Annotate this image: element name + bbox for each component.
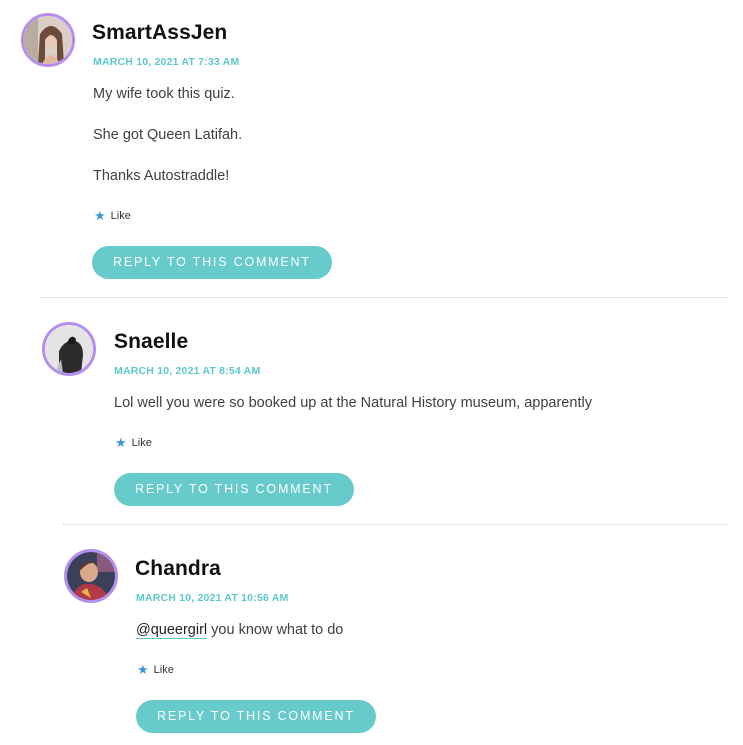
star-icon: ★	[94, 208, 106, 223]
comment-text: Lol well you were so booked up at the Na…	[114, 395, 592, 411]
comment-date[interactable]: MARCH 10, 2021 AT 7:33 AM	[93, 56, 239, 68]
avatar[interactable]	[21, 13, 75, 67]
like-button[interactable]: ★ Like	[137, 663, 174, 676]
star-icon: ★	[115, 435, 127, 450]
comment-date[interactable]: MARCH 10, 2021 AT 8:54 AM	[114, 365, 260, 377]
reply-button[interactable]: REPLY TO THIS COMMENT	[92, 246, 332, 279]
like-label: Like	[131, 436, 152, 449]
like-label: Like	[153, 663, 174, 676]
comment-divider	[41, 297, 727, 298]
comment-author[interactable]: SmartAssJen	[92, 21, 227, 45]
comment-text: She got Queen Latifah.	[93, 127, 243, 143]
avatar[interactable]	[42, 322, 96, 376]
comment-divider	[63, 524, 727, 525]
mention-link[interactable]: @queergirl	[136, 622, 208, 639]
comment-text: Thanks Autostraddle!	[93, 168, 230, 184]
reply-button[interactable]: REPLY TO THIS COMMENT	[136, 700, 376, 733]
comment-text-after-mention: you know what to do	[207, 622, 344, 638]
like-button[interactable]: ★ Like	[115, 436, 152, 449]
like-label: Like	[110, 209, 131, 222]
reply-button[interactable]: REPLY TO THIS COMMENT	[114, 473, 354, 506]
comment-text: My wife took this quiz.	[93, 86, 235, 102]
star-icon: ★	[137, 662, 149, 677]
comment-author[interactable]: Snaelle	[114, 330, 188, 354]
like-button[interactable]: ★ Like	[94, 209, 131, 222]
comment-author[interactable]: Chandra	[135, 557, 221, 581]
avatar[interactable]	[64, 549, 118, 603]
comment-text: @queergirl you know what to do	[136, 622, 344, 639]
comment-date[interactable]: MARCH 10, 2021 AT 10:56 AM	[136, 592, 288, 604]
